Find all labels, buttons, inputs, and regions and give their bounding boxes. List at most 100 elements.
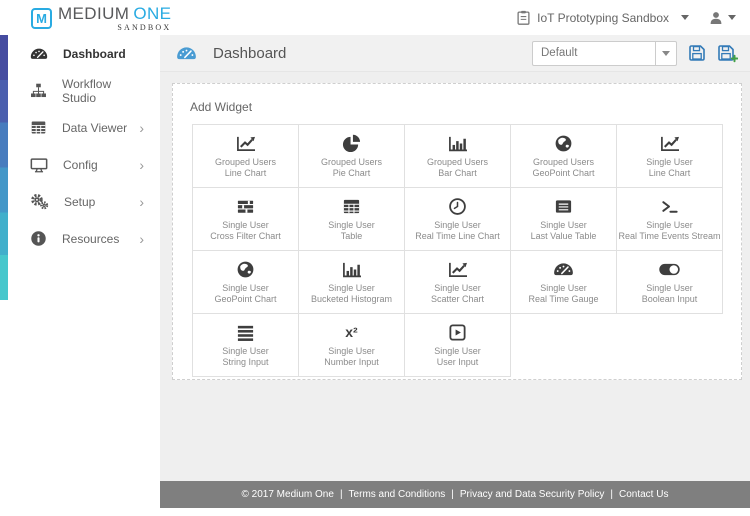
widget-tile-single-line-chart[interactable]: Single User Line Chart bbox=[617, 125, 723, 188]
widget-type-label: Line Chart bbox=[648, 168, 691, 178]
footer-copyright: © 2017 Medium One bbox=[241, 489, 334, 500]
widget-group-label: Single User bbox=[434, 346, 481, 356]
footer-link-privacy[interactable]: Privacy and Data Security Policy bbox=[460, 489, 605, 500]
sidebar-nav: Dashboard Workflow Studio Data Viewer › … bbox=[0, 35, 160, 257]
footer-divider: | bbox=[339, 489, 343, 500]
dashboard-gauge-icon bbox=[176, 46, 197, 61]
footer-divider: | bbox=[451, 489, 454, 500]
widget-tile-single-table[interactable]: Single User Table bbox=[299, 188, 405, 251]
list-alt-icon bbox=[554, 197, 573, 216]
sidebar-item-label: Dashboard bbox=[63, 46, 126, 61]
caret-down-icon bbox=[681, 15, 689, 20]
widget-group-label: Grouped Users bbox=[214, 157, 277, 167]
brand-logo[interactable]: M MEDIUM ONE SANDBOX bbox=[31, 4, 171, 32]
widget-group-label: Single User bbox=[328, 346, 375, 356]
widget-group-label: Single User bbox=[540, 283, 587, 293]
sidebar-item-resources[interactable]: Resources › bbox=[0, 220, 160, 257]
widget-tile-grouped-pie-chart[interactable]: Grouped Users Pie Chart bbox=[299, 125, 405, 188]
top-bar-right: IoT Prototyping Sandbox bbox=[517, 10, 736, 25]
sidebar-item-data-viewer[interactable]: Data Viewer › bbox=[0, 109, 160, 146]
line-chart-icon bbox=[235, 134, 256, 153]
project-dropdown[interactable]: IoT Prototyping Sandbox bbox=[517, 10, 689, 25]
widget-type-label: Scatter Chart bbox=[430, 294, 485, 304]
widget-tile-single-user-input[interactable]: Single User User Input bbox=[405, 314, 511, 377]
widget-group-label: Single User bbox=[328, 220, 375, 230]
widget-type-label: Pie Chart bbox=[332, 168, 371, 178]
widget-grid: Grouped Users Line Chart Grouped Users P… bbox=[192, 124, 723, 377]
table-icon bbox=[30, 119, 47, 136]
widget-tile-single-string-input[interactable]: Single User String Input bbox=[193, 314, 299, 377]
sidebar-item-label: Config bbox=[63, 157, 98, 172]
widget-group-label: Single User bbox=[646, 220, 693, 230]
bottom-white-strip bbox=[160, 508, 750, 516]
dashboard-select-value: Default bbox=[541, 47, 578, 59]
gauge-icon bbox=[553, 262, 574, 277]
widget-tile-single-last-value-table[interactable]: Single User Last Value Table bbox=[511, 188, 617, 251]
widget-type-label: Table bbox=[340, 231, 363, 241]
cross-filter-icon bbox=[236, 197, 255, 216]
widget-tile-single-real-time-gauge[interactable]: Single User Real Time Gauge bbox=[511, 251, 617, 314]
add-widget-title: Add Widget bbox=[190, 100, 253, 114]
sidebar-item-setup[interactable]: Setup › bbox=[0, 183, 160, 220]
chevron-right-icon: › bbox=[139, 119, 144, 136]
main-header: Dashboard Default bbox=[160, 35, 750, 72]
widget-tile-grouped-geopoint-chart[interactable]: Grouped Users GeoPoint Chart bbox=[511, 125, 617, 188]
widget-type-label: User Input bbox=[436, 357, 479, 367]
widget-tile-grouped-line-chart[interactable]: Grouped Users Line Chart bbox=[193, 125, 299, 188]
widget-tile-grouped-bar-chart[interactable]: Grouped Users Bar Chart bbox=[405, 125, 511, 188]
widget-type-label: Number Input bbox=[324, 357, 379, 367]
widget-group-label: Single User bbox=[434, 283, 481, 293]
widget-group-label: Single User bbox=[222, 283, 269, 293]
brand-name: MEDIUM ONE bbox=[58, 4, 171, 24]
caret-down-icon bbox=[662, 50, 670, 56]
sidebar-gradient-strip bbox=[0, 35, 8, 300]
pie-chart-icon bbox=[342, 134, 361, 153]
widget-group-label: Single User bbox=[328, 283, 375, 293]
widget-group-label: Single User bbox=[434, 220, 481, 230]
play-square-icon bbox=[448, 323, 467, 342]
info-circle-icon bbox=[30, 230, 47, 247]
bar-chart-icon bbox=[447, 134, 468, 153]
save-as-new-dashboard-button[interactable] bbox=[717, 44, 738, 63]
table-icon bbox=[342, 197, 361, 216]
widget-tile-single-bucketed-histogram[interactable]: Single User Bucketed Histogram bbox=[299, 251, 405, 314]
sidebar-item-dashboard[interactable]: Dashboard bbox=[0, 35, 160, 72]
widget-group-label: Grouped Users bbox=[532, 157, 595, 167]
widget-group-label: Grouped Users bbox=[320, 157, 383, 167]
widget-tile-single-boolean-input[interactable]: Single User Boolean Input bbox=[617, 251, 723, 314]
sitemap-icon bbox=[30, 82, 47, 99]
widget-tile-single-number-input[interactable]: x² Single User Number Input bbox=[299, 314, 405, 377]
footer-link-terms[interactable]: Terms and Conditions bbox=[349, 489, 446, 500]
widget-type-label: Real Time Line Chart bbox=[415, 231, 500, 241]
user-icon bbox=[709, 11, 723, 25]
select-caret bbox=[655, 41, 676, 65]
gauge-icon bbox=[30, 47, 48, 61]
brand-name-primary: MEDIUM bbox=[58, 3, 130, 23]
sidebar-item-config[interactable]: Config › bbox=[0, 146, 160, 183]
widget-group-label: Single User bbox=[646, 283, 693, 293]
widget-group-label: Single User bbox=[222, 346, 269, 356]
widget-type-label: Cross Filter Chart bbox=[210, 231, 281, 241]
widget-tile-single-geopoint-chart[interactable]: Single User GeoPoint Chart bbox=[193, 251, 299, 314]
widget-type-label: Last Value Table bbox=[530, 231, 597, 241]
main-header-actions: Default bbox=[532, 40, 738, 66]
sidebar-item-workflow-studio[interactable]: Workflow Studio bbox=[0, 72, 160, 109]
clock-icon bbox=[448, 197, 467, 216]
line-chart-icon bbox=[659, 134, 680, 153]
widget-type-label: Real Time Events Stream bbox=[618, 231, 721, 241]
chevron-right-icon: › bbox=[139, 156, 144, 173]
x-squared-icon: x² bbox=[345, 324, 358, 340]
widget-type-label: Real Time Gauge bbox=[528, 294, 599, 304]
save-dashboard-button[interactable] bbox=[688, 44, 706, 62]
widget-tile-single-scatter-chart[interactable]: Single User Scatter Chart bbox=[405, 251, 511, 314]
content-area: Add Widget Grouped Users Line Chart Grou… bbox=[160, 72, 750, 481]
footer-link-contact[interactable]: Contact Us bbox=[619, 489, 668, 500]
widget-group-label: Single User bbox=[540, 220, 587, 230]
brand-subtitle: SANDBOX bbox=[117, 22, 172, 32]
dashboard-select[interactable]: Default bbox=[532, 40, 677, 66]
user-menu[interactable] bbox=[709, 11, 736, 25]
widget-group-label: Grouped Users bbox=[426, 157, 489, 167]
widget-tile-single-cross-filter-chart[interactable]: Single User Cross Filter Chart bbox=[193, 188, 299, 251]
widget-tile-single-real-time-line-chart[interactable]: Single User Real Time Line Chart bbox=[405, 188, 511, 251]
widget-tile-single-real-time-events-stream[interactable]: Single User Real Time Events Stream bbox=[617, 188, 723, 251]
